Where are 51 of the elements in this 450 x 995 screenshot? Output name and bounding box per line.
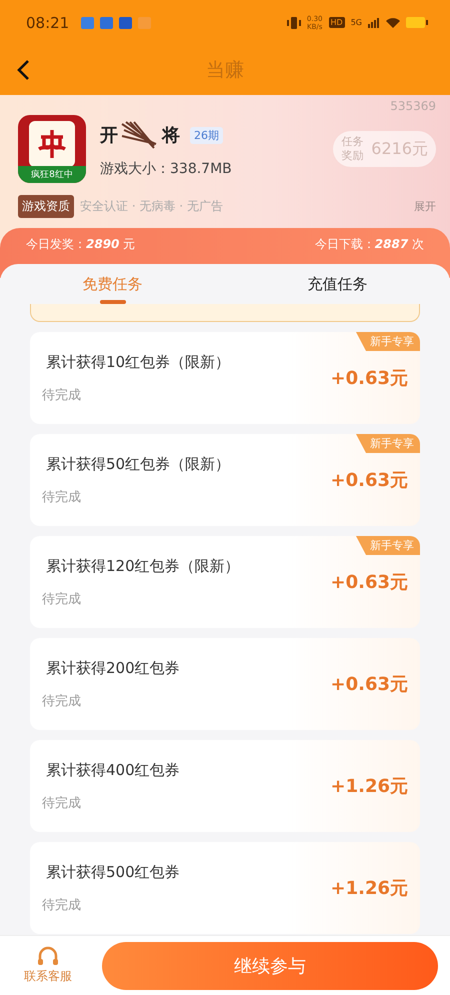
task-tab[interactable]: 充值任务: [225, 264, 450, 308]
hd-indicator: HD: [328, 17, 345, 28]
stat-text: 今日下载：2887 次: [314, 236, 424, 253]
app-notification-icon: [119, 16, 132, 28]
task-reward: +0.63元: [330, 673, 408, 696]
task-title: 累计获得400红包券: [45, 760, 181, 780]
task-reward: +1.26元: [330, 877, 408, 900]
task-title: 累计获得120红包券（限新）: [45, 556, 241, 576]
reward-amount: 6216元: [371, 138, 428, 160]
game-size: 游戏大小：338.7MB: [100, 160, 233, 178]
headset-icon: [37, 946, 59, 966]
qualification-tag: 游戏资质: [18, 195, 74, 218]
feature-list: 安全认证 · 无病毒 · 无广告: [80, 198, 408, 215]
game-id: 535369: [390, 99, 436, 113]
stat-text: 今日发奖：2890 元: [26, 236, 136, 253]
task-status: 待完成: [42, 794, 82, 812]
task-status: 待完成: [42, 692, 82, 710]
expand-link[interactable]: 展开: [414, 199, 436, 214]
task-tab[interactable]: 免费任务: [0, 264, 225, 308]
support-button[interactable]: 联系客服: [24, 946, 72, 985]
task-reward: +0.63元: [330, 571, 408, 594]
task-status: 待完成: [42, 386, 82, 404]
status-time: 08:21: [26, 14, 70, 32]
app-notification-icon: [100, 16, 114, 28]
task-title: 累计获得500红包券: [45, 862, 181, 882]
task-status: 待完成: [42, 590, 82, 608]
task-reward: +1.26元: [330, 775, 408, 798]
vibrate-icon: [286, 16, 301, 28]
game-name: 开: [100, 124, 118, 147]
task-title: 累计获得50红包券（限新）: [45, 454, 232, 474]
battery-icon: [406, 17, 428, 28]
continue-button[interactable]: 继续参与: [102, 942, 438, 990]
task-status: 待完成: [42, 896, 82, 914]
network-type: 5G: [350, 18, 362, 27]
game-icon: 疯狂8红中: [18, 115, 86, 183]
task-status: 待完成: [42, 488, 82, 506]
newcomer-badge: 新手专享: [356, 536, 420, 555]
wifi-icon: [386, 17, 400, 28]
period-tag: 26期: [190, 126, 223, 144]
reward-label: 任务奖励: [341, 135, 364, 163]
task-reward: +0.63元: [330, 469, 408, 492]
newcomer-badge: 新手专享: [356, 332, 420, 351]
task-title: 累计获得200红包券: [45, 658, 181, 678]
app-notification-icon: [138, 16, 152, 28]
game-name: 将: [162, 124, 180, 147]
task-reward: +0.63元: [330, 367, 408, 390]
newcomer-badge: 新手专享: [356, 434, 420, 453]
back-icon[interactable]: [16, 59, 30, 81]
app-notification-icon: [81, 16, 94, 28]
task-title: 累计获得10红包券（限新）: [45, 352, 232, 372]
signal-icon: [368, 18, 380, 28]
